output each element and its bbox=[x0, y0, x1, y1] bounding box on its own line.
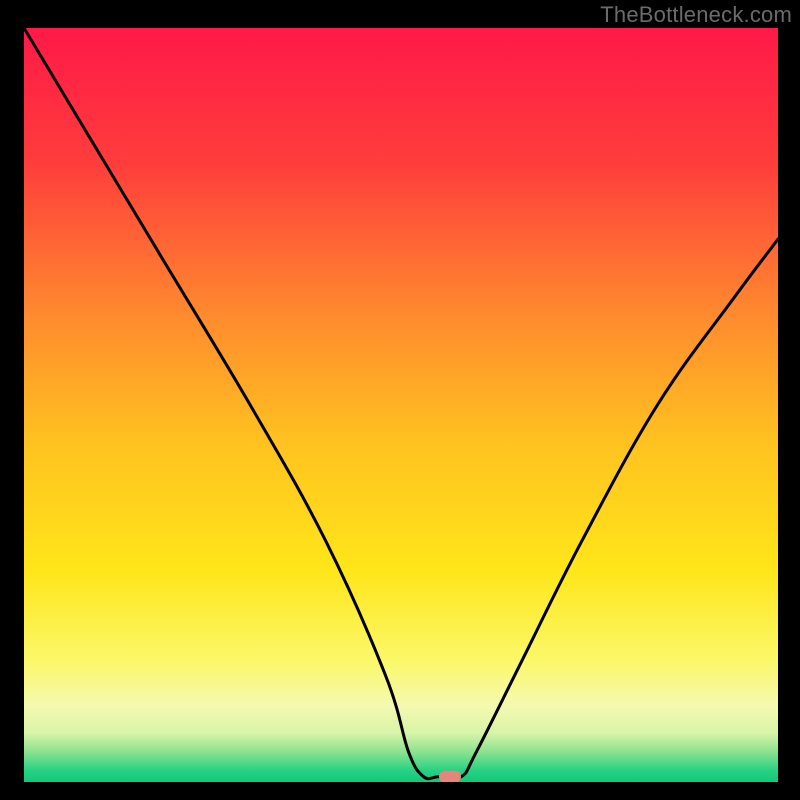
optimal-marker bbox=[439, 771, 461, 782]
plot-area bbox=[24, 28, 778, 782]
chart-svg bbox=[24, 28, 778, 782]
gradient-background bbox=[24, 28, 778, 782]
watermark-text: TheBottleneck.com bbox=[600, 2, 792, 28]
chart-frame: TheBottleneck.com bbox=[0, 0, 800, 800]
